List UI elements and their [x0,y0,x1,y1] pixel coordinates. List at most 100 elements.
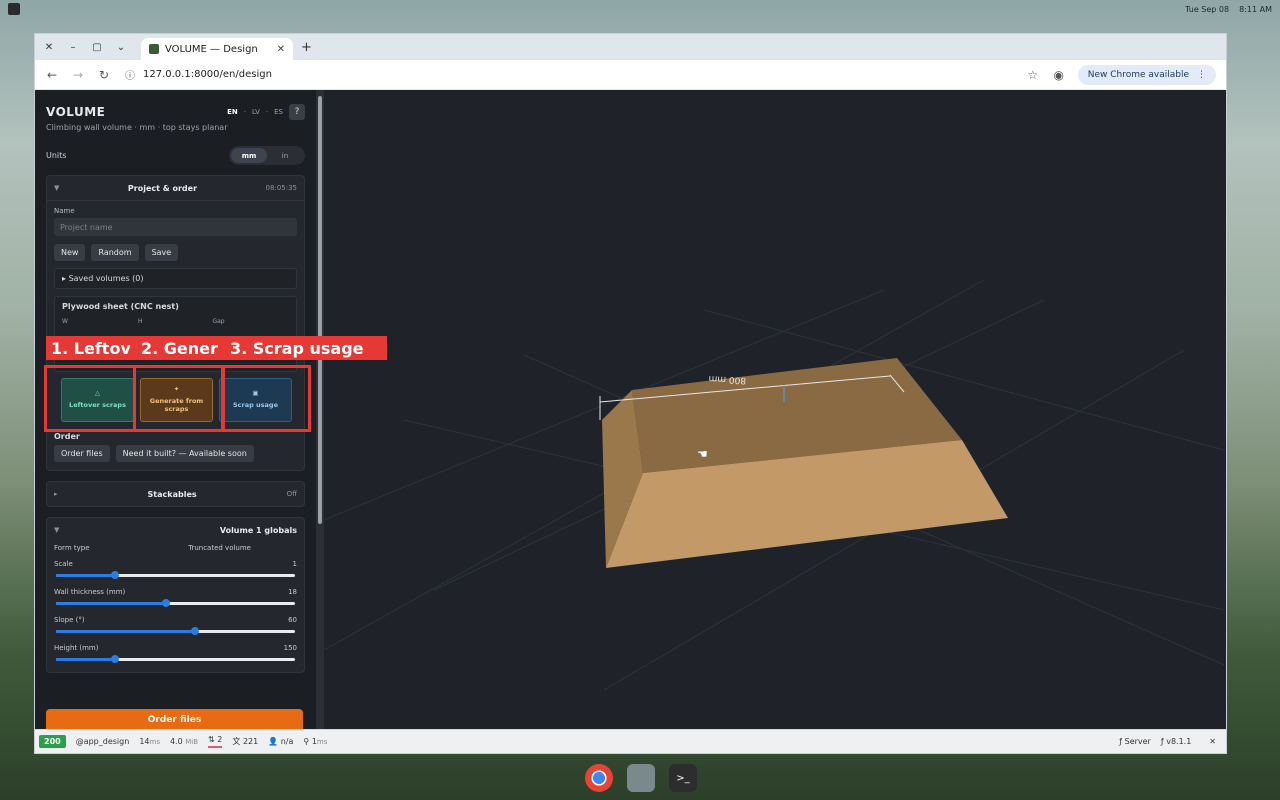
sidebar-scrollbar[interactable] [316,90,324,731]
annotation-box-3 [221,365,311,432]
lang-en[interactable]: EN [227,108,238,116]
slider-value: 18 [288,588,297,596]
events-info[interactable]: ⚲ 1ms [303,737,327,746]
slider-knob[interactable] [190,627,199,635]
slider-knob[interactable] [161,599,170,607]
language-switcher: EN · LV · ES ? [227,104,305,120]
slider-knob[interactable] [110,655,119,663]
project-panel-header[interactable]: ▼ Project & order 08:05:35 [47,176,304,200]
chrome-icon[interactable] [585,764,613,792]
request-time[interactable]: 14ms [139,737,160,746]
close-toolbar-icon[interactable]: ✕ [1209,737,1216,746]
minimize-window-icon[interactable]: – [63,37,83,57]
lang-lv[interactable]: LV [252,108,260,116]
kebab-menu-icon[interactable]: ⋮ [1197,70,1206,80]
user-info[interactable]: 👤 n/a [268,737,293,746]
clock[interactable]: Tue Sep 08 8:11 AM [1185,5,1272,14]
bookmark-star-icon[interactable]: ☆ [1026,68,1040,82]
tab-close-icon[interactable]: ✕ [277,44,285,55]
url-text: 127.0.0.1:8000/en/design [143,69,272,80]
app-title: VOLUME [46,105,106,119]
site-info-icon[interactable]: ⓘ [125,67,135,82]
slider[interactable] [54,626,297,636]
form-type-value[interactable]: Truncated volume [188,544,251,552]
symfony-version[interactable]: ƒ v8.1.1 [1161,737,1191,746]
stackables-header[interactable]: ▸ Stackables Off [47,482,304,506]
caret-right-icon: ▸ [54,490,58,498]
lang-es[interactable]: ES [274,108,283,116]
slider-row: Slope (°) 60 [54,616,297,624]
order-title: Order [54,432,80,441]
globals-panel: ▼ Volume 1 globals Form type Truncated v… [46,517,305,673]
back-icon[interactable]: ← [45,68,59,82]
app-header: VOLUME EN · LV · ES ? [46,104,305,120]
translations-count[interactable]: 文 221 [232,736,258,747]
server-info[interactable]: ƒ Server [1119,737,1151,746]
volume-model[interactable]: 800 mm [599,358,1008,568]
slider-fill [56,630,197,633]
memory-usage[interactable]: 4.0 MiB [170,737,198,746]
caret-right-icon: ▸ [62,274,67,283]
annotation-box-2 [133,365,225,432]
forward-icon[interactable]: → [71,68,85,82]
terminal-icon[interactable]: >_ [669,764,697,792]
desktop-topbar: Tue Sep 08 8:11 AM [0,0,1280,18]
dim-h: H [137,318,143,325]
sliders: Scale 1 Wall thickness (mm) 18 Slope (°) 60 He… [54,560,297,664]
help-button[interactable]: ? [289,104,305,120]
project-name-input[interactable]: Project name [54,218,297,236]
slider-label: Wall thickness (mm) [54,588,126,596]
debug-toolbar: 200 @app_design 14ms 4.0 MiB ⇅ 2 文 221 👤… [35,729,1226,753]
slider-value: 150 [283,644,297,652]
slider[interactable] [54,654,297,664]
requests-count[interactable]: ⇅ 2 [208,735,223,748]
unit-mm[interactable]: mm [231,148,267,163]
tab-search-icon[interactable]: ⌄ [111,37,131,57]
new-button[interactable]: New [54,244,86,261]
3d-viewport[interactable]: 800 mm ☚ [324,90,1227,731]
name-label: Name [54,207,75,215]
slider[interactable] [54,570,297,580]
status-code-badge[interactable]: 200 [39,735,66,748]
form-type-label: Form type [54,544,90,552]
stackables-panel[interactable]: ▸ Stackables Off [46,481,305,507]
address-bar[interactable]: ⓘ 127.0.0.1:8000/en/design [123,64,1014,86]
saved-volumes-toggle[interactable]: ▸ Saved volumes (0) [54,268,297,289]
slider[interactable] [54,598,297,608]
slider-knob[interactable] [110,571,119,579]
version-label: v8.1.1 [1166,737,1192,746]
memory-unit: MiB [185,738,199,746]
save-button[interactable]: Save [144,244,179,261]
random-button[interactable]: Random [91,244,139,261]
viewport-canvas[interactable]: 800 mm ☚ [324,90,1227,731]
request-time-value: 14 [139,737,150,746]
chevron-down-icon: ▼ [54,526,60,534]
close-window-icon[interactable]: ✕ [39,37,59,57]
browser-toolbar: ← → ↻ ⓘ 127.0.0.1:8000/en/design ☆ ◉ New… [35,60,1226,90]
new-tab-icon[interactable]: + [301,40,312,55]
maximize-window-icon[interactable]: ▢ [87,37,107,57]
unit-in[interactable]: in [267,148,303,163]
order-files-cta[interactable]: Order files [46,709,303,731]
chrome-update-label: New Chrome available [1087,69,1189,80]
reload-icon[interactable]: ↻ [97,68,111,82]
scrollbar-thumb[interactable] [318,96,322,524]
need-it-built-button[interactable]: Need it built? — Available soon [115,445,254,462]
stackables-title: Stackables [147,489,197,499]
slider-fill [56,658,117,661]
annotation-label-1: 1. Leftov [46,336,137,360]
drive-manager-icon[interactable] [627,764,655,792]
order-files-button[interactable]: Order files [54,445,110,462]
project-panel-title: Project & order [127,183,198,193]
chrome-update-button[interactable]: New Chrome available ⋮ [1077,64,1216,85]
profile-icon[interactable]: ◉ [1052,68,1066,82]
os-logo-icon[interactable] [8,3,20,15]
project-time: 08:05:35 [265,184,297,192]
globals-header[interactable]: ▼ Volume 1 globals [47,518,304,542]
route-name[interactable]: @app_design [76,737,130,746]
slider-row: Wall thickness (mm) 18 [54,588,297,596]
events-unit: ms [316,738,328,746]
form-type-row: Form type Truncated volume [54,544,297,552]
favicon-icon [149,44,159,54]
tab-volume-design[interactable]: VOLUME — Design ✕ [141,38,293,60]
